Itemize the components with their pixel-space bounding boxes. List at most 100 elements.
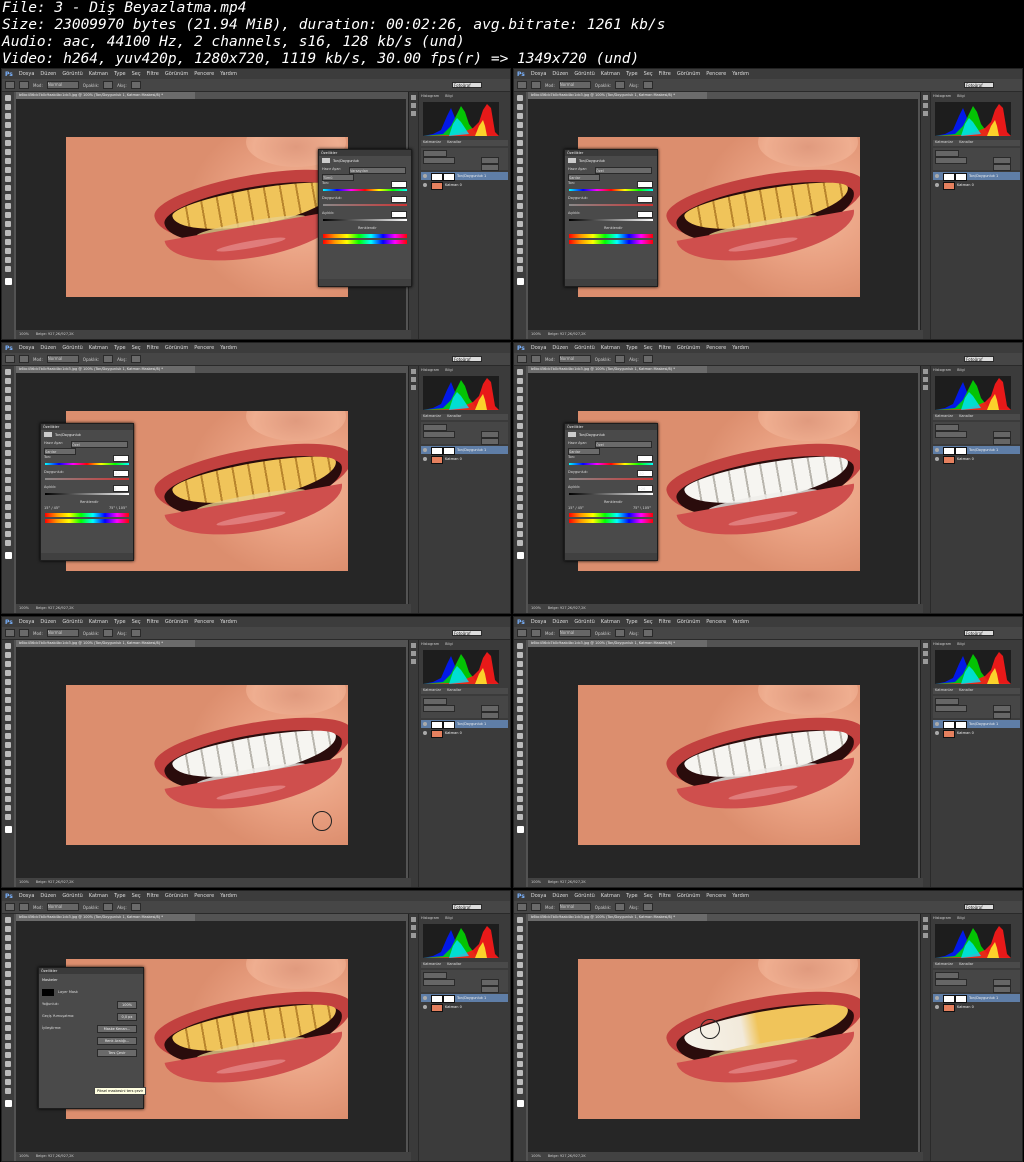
quick-select-tool-icon[interactable] xyxy=(5,122,11,128)
tab-histogram[interactable]: Histogram xyxy=(933,94,951,100)
eyedropper-tool-icon[interactable] xyxy=(517,962,523,968)
hand-tool-icon[interactable] xyxy=(517,805,523,811)
tab-info[interactable]: Bilgi xyxy=(445,642,453,648)
marquee-tool-icon[interactable] xyxy=(5,926,11,932)
mode-select[interactable]: Normal xyxy=(558,903,591,911)
workspace-select[interactable]: Fotoğraf xyxy=(452,904,482,910)
type-tool-icon[interactable] xyxy=(5,778,11,784)
quick-select-tool-icon[interactable] xyxy=(517,396,523,402)
menu-sec[interactable]: Seç xyxy=(132,345,141,351)
brush-preset-icon[interactable] xyxy=(517,355,527,363)
layer-opacity-field[interactable] xyxy=(993,157,1011,164)
foreground-color-swatch[interactable] xyxy=(516,552,524,559)
dodge-tool-icon[interactable] xyxy=(5,486,11,492)
layer-row-base[interactable]: Katman 0 xyxy=(933,729,1020,738)
menu-sec[interactable]: Seç xyxy=(644,345,653,351)
mode-select[interactable]: Normal xyxy=(46,629,79,637)
crop-tool-icon[interactable] xyxy=(517,405,523,411)
layer-fill-field[interactable] xyxy=(481,438,499,445)
kind-filter[interactable] xyxy=(935,424,959,431)
opacity-field[interactable] xyxy=(103,629,114,637)
tab-histogram[interactable]: Histogram xyxy=(933,368,951,374)
shape-tool-icon[interactable] xyxy=(517,1070,523,1076)
menu-yardim[interactable]: Yardım xyxy=(220,71,237,77)
eyedropper-tool-icon[interactable] xyxy=(5,414,11,420)
flow-field[interactable] xyxy=(642,81,653,89)
properties-panel-icon[interactable] xyxy=(411,385,416,390)
menu-filtre[interactable]: Filtre xyxy=(147,619,159,625)
brush-size-icon[interactable] xyxy=(19,629,29,637)
layer-fill-field[interactable] xyxy=(481,712,499,719)
blur-tool-icon[interactable] xyxy=(5,203,11,209)
lasso-tool-icon[interactable] xyxy=(517,113,523,119)
mask-thumbnail[interactable] xyxy=(443,447,455,455)
dodge-tool-icon[interactable] xyxy=(517,760,523,766)
eraser-tool-icon[interactable] xyxy=(517,733,523,739)
blur-tool-icon[interactable] xyxy=(517,203,523,209)
type-tool-icon[interactable] xyxy=(5,1052,11,1058)
visibility-eye-icon[interactable] xyxy=(423,457,427,461)
dodge-tool-icon[interactable] xyxy=(5,212,11,218)
document-tab[interactable]: b6bc456cb7b0c9aab4bc1cb3.jpg @ 100% (Ton… xyxy=(528,366,707,373)
tab-layers[interactable]: Katmanlar xyxy=(935,414,953,420)
blur-tool-icon[interactable] xyxy=(517,477,523,483)
foreground-color-swatch[interactable] xyxy=(4,1100,12,1107)
saturation-slider[interactable] xyxy=(569,477,653,481)
menu-goruntu[interactable]: Görüntü xyxy=(574,71,594,77)
hand-tool-icon[interactable] xyxy=(5,257,11,263)
menu-sec[interactable]: Seç xyxy=(132,893,141,899)
tab-channels[interactable]: Kanallar xyxy=(959,414,973,420)
eraser-tool-icon[interactable] xyxy=(5,1007,11,1013)
healing-tool-icon[interactable] xyxy=(517,971,523,977)
menu-katman[interactable]: Katman xyxy=(601,893,620,899)
brush-tool-icon[interactable] xyxy=(5,158,11,164)
tab-info[interactable]: Bilgi xyxy=(957,916,965,922)
tab-layers[interactable]: Katmanlar xyxy=(935,962,953,968)
tab-channels[interactable]: Kanallar xyxy=(447,962,461,968)
zoom-tool-icon[interactable] xyxy=(517,540,523,546)
move-tool-icon[interactable] xyxy=(517,95,523,101)
menu-dosya[interactable]: Dosya xyxy=(19,345,35,351)
layer-opacity-field[interactable] xyxy=(993,431,1011,438)
tab-channels[interactable]: Kanallar xyxy=(447,140,461,146)
tab-histogram[interactable]: Histogram xyxy=(421,94,439,100)
menu-dosya[interactable]: Dosya xyxy=(531,71,547,77)
healing-tool-icon[interactable] xyxy=(5,423,11,429)
visibility-eye-icon[interactable] xyxy=(423,1005,427,1009)
color-range-button[interactable]: Renk Aralığı... xyxy=(97,1037,137,1045)
layer-opacity-field[interactable] xyxy=(993,705,1011,712)
stamp-tool-icon[interactable] xyxy=(517,441,523,447)
shape-tool-icon[interactable] xyxy=(5,522,11,528)
path-select-icon[interactable] xyxy=(5,787,11,793)
menu-dosya[interactable]: Dosya xyxy=(19,893,35,899)
tab-histogram[interactable]: Histogram xyxy=(421,916,439,922)
menu-dosya[interactable]: Dosya xyxy=(19,71,35,77)
history-brush-icon[interactable] xyxy=(5,724,11,730)
tab-layers[interactable]: Katmanlar xyxy=(423,962,441,968)
history-panel-icon[interactable] xyxy=(411,643,416,648)
menu-dosya[interactable]: Dosya xyxy=(19,619,35,625)
menu-type[interactable]: Type xyxy=(626,619,637,625)
menu-sec[interactable]: Seç xyxy=(132,71,141,77)
menu-filtre[interactable]: Filtre xyxy=(659,619,671,625)
menu-goruntu[interactable]: Görüntü xyxy=(574,619,594,625)
brush-size-icon[interactable] xyxy=(19,903,29,911)
hue-value[interactable]: 0 xyxy=(113,455,129,462)
type-tool-icon[interactable] xyxy=(5,504,11,510)
properties-panel-icon[interactable] xyxy=(411,111,416,116)
actions-panel-icon[interactable] xyxy=(411,103,416,108)
hue-value[interactable]: 0 xyxy=(637,455,653,462)
spectrum-bar-bottom[interactable] xyxy=(45,519,129,523)
visibility-eye-icon[interactable] xyxy=(423,174,427,178)
blend-mode-select[interactable] xyxy=(423,157,455,164)
brush-tool-icon[interactable] xyxy=(5,980,11,986)
tab-histogram[interactable]: Histogram xyxy=(421,368,439,374)
menu-filtre[interactable]: Filtre xyxy=(659,345,671,351)
menu-goruntu[interactable]: Görüntü xyxy=(574,893,594,899)
shape-tool-icon[interactable] xyxy=(517,796,523,802)
document-tab[interactable]: b6bc456cb7b0c9aab4bc1cb3.jpg @ 100% (Ton… xyxy=(16,640,195,647)
zoom-tool-icon[interactable] xyxy=(5,814,11,820)
dodge-tool-icon[interactable] xyxy=(517,486,523,492)
flow-field[interactable] xyxy=(130,903,141,911)
type-tool-icon[interactable] xyxy=(517,504,523,510)
